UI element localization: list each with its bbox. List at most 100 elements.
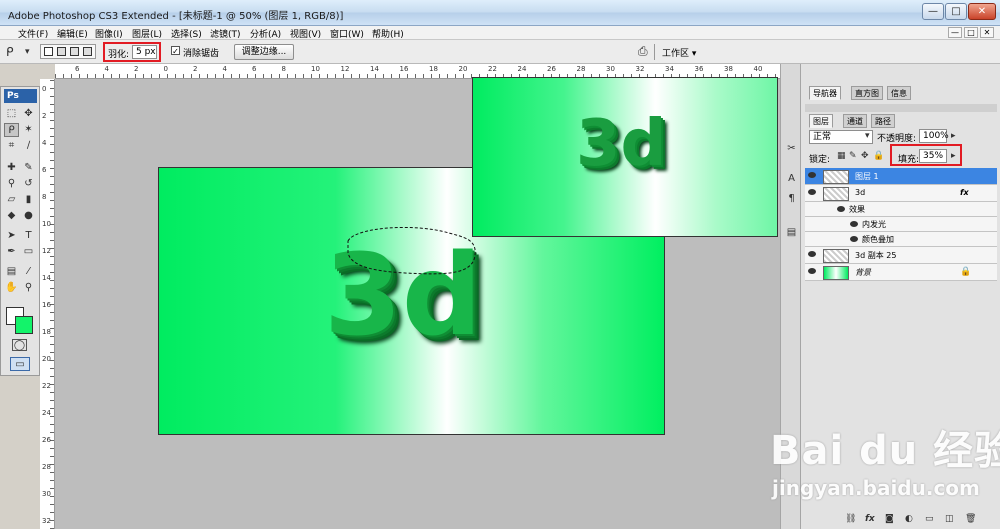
- lock-transparency-icon[interactable]: ▦: [837, 151, 846, 161]
- dodge-tool-icon[interactable]: ●: [21, 209, 36, 223]
- close-button[interactable]: ✕: [968, 3, 996, 20]
- doc-restore-button[interactable]: □: [964, 27, 978, 38]
- menu-layer[interactable]: 图层(L): [132, 27, 162, 40]
- blend-mode-select[interactable]: 正常: [809, 130, 873, 144]
- menu-select[interactable]: 选择(S): [171, 27, 202, 40]
- add-selection-icon[interactable]: [57, 47, 66, 56]
- eraser-tool-icon[interactable]: ▱: [4, 193, 19, 207]
- brush-tool-icon[interactable]: ✎: [21, 161, 36, 175]
- magic-wand-icon[interactable]: ✶: [21, 123, 36, 137]
- paragraph-panel-icon[interactable]: ¶: [784, 192, 799, 206]
- feather-input[interactable]: 5 px: [132, 45, 157, 59]
- effect-row[interactable]: 内发光: [805, 217, 997, 232]
- menu-edit[interactable]: 编辑(E): [57, 27, 88, 40]
- screen-mode-icon[interactable]: ▭: [10, 357, 30, 371]
- lock-pixels-icon[interactable]: ✎: [849, 151, 857, 161]
- crop-tool-icon[interactable]: ⌗: [4, 139, 19, 153]
- lock-all-icon[interactable]: 🔒: [873, 151, 884, 161]
- tab-layers[interactable]: 图层: [809, 114, 833, 128]
- layer-row[interactable]: 图层 1: [805, 168, 997, 185]
- workspace-menu[interactable]: 工作区 ▾: [662, 46, 696, 59]
- ruler-label: 36: [694, 65, 704, 73]
- lock-position-icon[interactable]: ✥: [861, 151, 869, 161]
- delete-layer-icon[interactable]: 🗑: [965, 514, 976, 524]
- doc-minimize-button[interactable]: —: [948, 27, 962, 38]
- add-style-icon[interactable]: fx: [865, 514, 875, 524]
- minimize-button[interactable]: —: [922, 3, 944, 20]
- fx-badge[interactable]: fx: [960, 188, 969, 197]
- visibility-eye-icon[interactable]: [808, 172, 816, 178]
- link-layers-icon[interactable]: ⛓: [845, 514, 856, 524]
- lock-icon: 🔒: [960, 267, 972, 277]
- chevron-down-icon[interactable]: ▾: [865, 131, 870, 141]
- tab-paths[interactable]: 路径: [871, 114, 895, 128]
- new-selection-icon[interactable]: [44, 47, 53, 56]
- menu-window[interactable]: 窗口(W): [330, 27, 364, 40]
- shape-tool-icon[interactable]: ▭: [21, 245, 36, 259]
- menu-filter[interactable]: 滤镜(T): [210, 27, 241, 40]
- fill-input[interactable]: 35%: [919, 149, 947, 163]
- chevron-down-icon[interactable]: ▾: [25, 47, 30, 57]
- menu-analysis[interactable]: 分析(A): [250, 27, 281, 40]
- chevron-right-icon[interactable]: ▸: [951, 151, 956, 161]
- eyedropper-icon[interactable]: ⁄: [21, 265, 36, 279]
- quick-mask-icon[interactable]: ◯: [12, 339, 27, 351]
- new-group-icon[interactable]: ▭: [925, 514, 934, 524]
- tab-info[interactable]: 信息: [887, 86, 911, 100]
- history-brush-icon[interactable]: ↺: [21, 177, 36, 191]
- menu-image[interactable]: 图像(I): [95, 27, 123, 40]
- menu-help[interactable]: 帮助(H): [372, 27, 404, 40]
- menu-view[interactable]: 视图(V): [290, 27, 321, 40]
- selection-mode-group[interactable]: [40, 44, 96, 59]
- chevron-right-icon[interactable]: ▸: [951, 131, 956, 141]
- menu-file[interactable]: 文件(F): [18, 27, 48, 40]
- character-panel-icon[interactable]: A: [784, 172, 799, 186]
- maximize-button[interactable]: □: [945, 3, 967, 20]
- layer-row[interactable]: 3d fx: [805, 185, 997, 202]
- lasso-icon[interactable]: ᑭ: [6, 45, 14, 59]
- clone-stamp-icon[interactable]: ⚲: [4, 177, 19, 191]
- healing-brush-icon[interactable]: ✚: [4, 161, 19, 175]
- ruler-left[interactable]: 0 2 4 6 8 10 12 14 16 18 20 22 24 26 28 30 32: [40, 79, 55, 529]
- adjustment-layer-icon[interactable]: ◐: [905, 514, 913, 524]
- new-layer-icon[interactable]: ◫: [945, 514, 954, 524]
- hand-tool-icon[interactable]: ✋: [4, 281, 19, 295]
- layer-row[interactable]: 背景 🔒: [805, 264, 997, 281]
- tab-navigator[interactable]: 导航器: [809, 86, 841, 100]
- second-canvas[interactable]: 3d: [472, 77, 778, 237]
- opacity-input[interactable]: 100%: [919, 129, 949, 143]
- print-icon[interactable]: ⎙: [638, 44, 648, 59]
- layer-row[interactable]: 3d 副本 25: [805, 247, 997, 264]
- pen-tool-icon[interactable]: ✒: [4, 245, 19, 259]
- type-tool-icon[interactable]: T: [21, 229, 36, 243]
- visibility-eye-icon[interactable]: [808, 268, 816, 274]
- path-select-icon[interactable]: ➤: [4, 229, 19, 243]
- antialias-checkbox[interactable]: ✓: [171, 46, 180, 56]
- gradient-tool-icon[interactable]: ▮: [21, 193, 36, 207]
- marquee-selection[interactable]: [345, 223, 481, 278]
- slice-tool-icon[interactable]: ∕: [21, 139, 36, 153]
- marquee-tool-icon[interactable]: ⬚: [4, 107, 19, 121]
- effect-row[interactable]: 颜色叠加: [805, 232, 997, 247]
- visibility-eye-icon[interactable]: [808, 189, 816, 195]
- visibility-eye-icon[interactable]: [808, 251, 816, 257]
- background-color-swatch[interactable]: [15, 316, 33, 334]
- visibility-eye-icon[interactable]: [850, 236, 858, 242]
- tab-channels[interactable]: 通道: [843, 114, 867, 128]
- zoom-tool-icon[interactable]: ⚲: [21, 281, 36, 295]
- move-tool-icon[interactable]: ✥: [21, 107, 36, 121]
- add-mask-icon[interactable]: ◙: [885, 514, 894, 524]
- notes-tool-icon[interactable]: ▤: [4, 265, 19, 279]
- doc-close-button[interactable]: ✕: [980, 27, 994, 38]
- visibility-eye-icon[interactable]: [850, 221, 858, 227]
- blur-tool-icon[interactable]: ◆: [4, 209, 19, 223]
- layer-comps-icon[interactable]: ▤: [784, 226, 799, 240]
- tab-histogram[interactable]: 直方图: [851, 86, 883, 100]
- effects-header-row[interactable]: 效果: [805, 202, 997, 217]
- subtract-selection-icon[interactable]: [70, 47, 79, 56]
- tools-panel-icon[interactable]: ✂: [784, 142, 799, 156]
- refine-edge-button[interactable]: 调整边缘...: [234, 44, 294, 60]
- visibility-eye-icon[interactable]: [837, 206, 845, 212]
- intersect-selection-icon[interactable]: [83, 47, 92, 56]
- lasso-tool-icon[interactable]: ᑭ: [4, 123, 19, 137]
